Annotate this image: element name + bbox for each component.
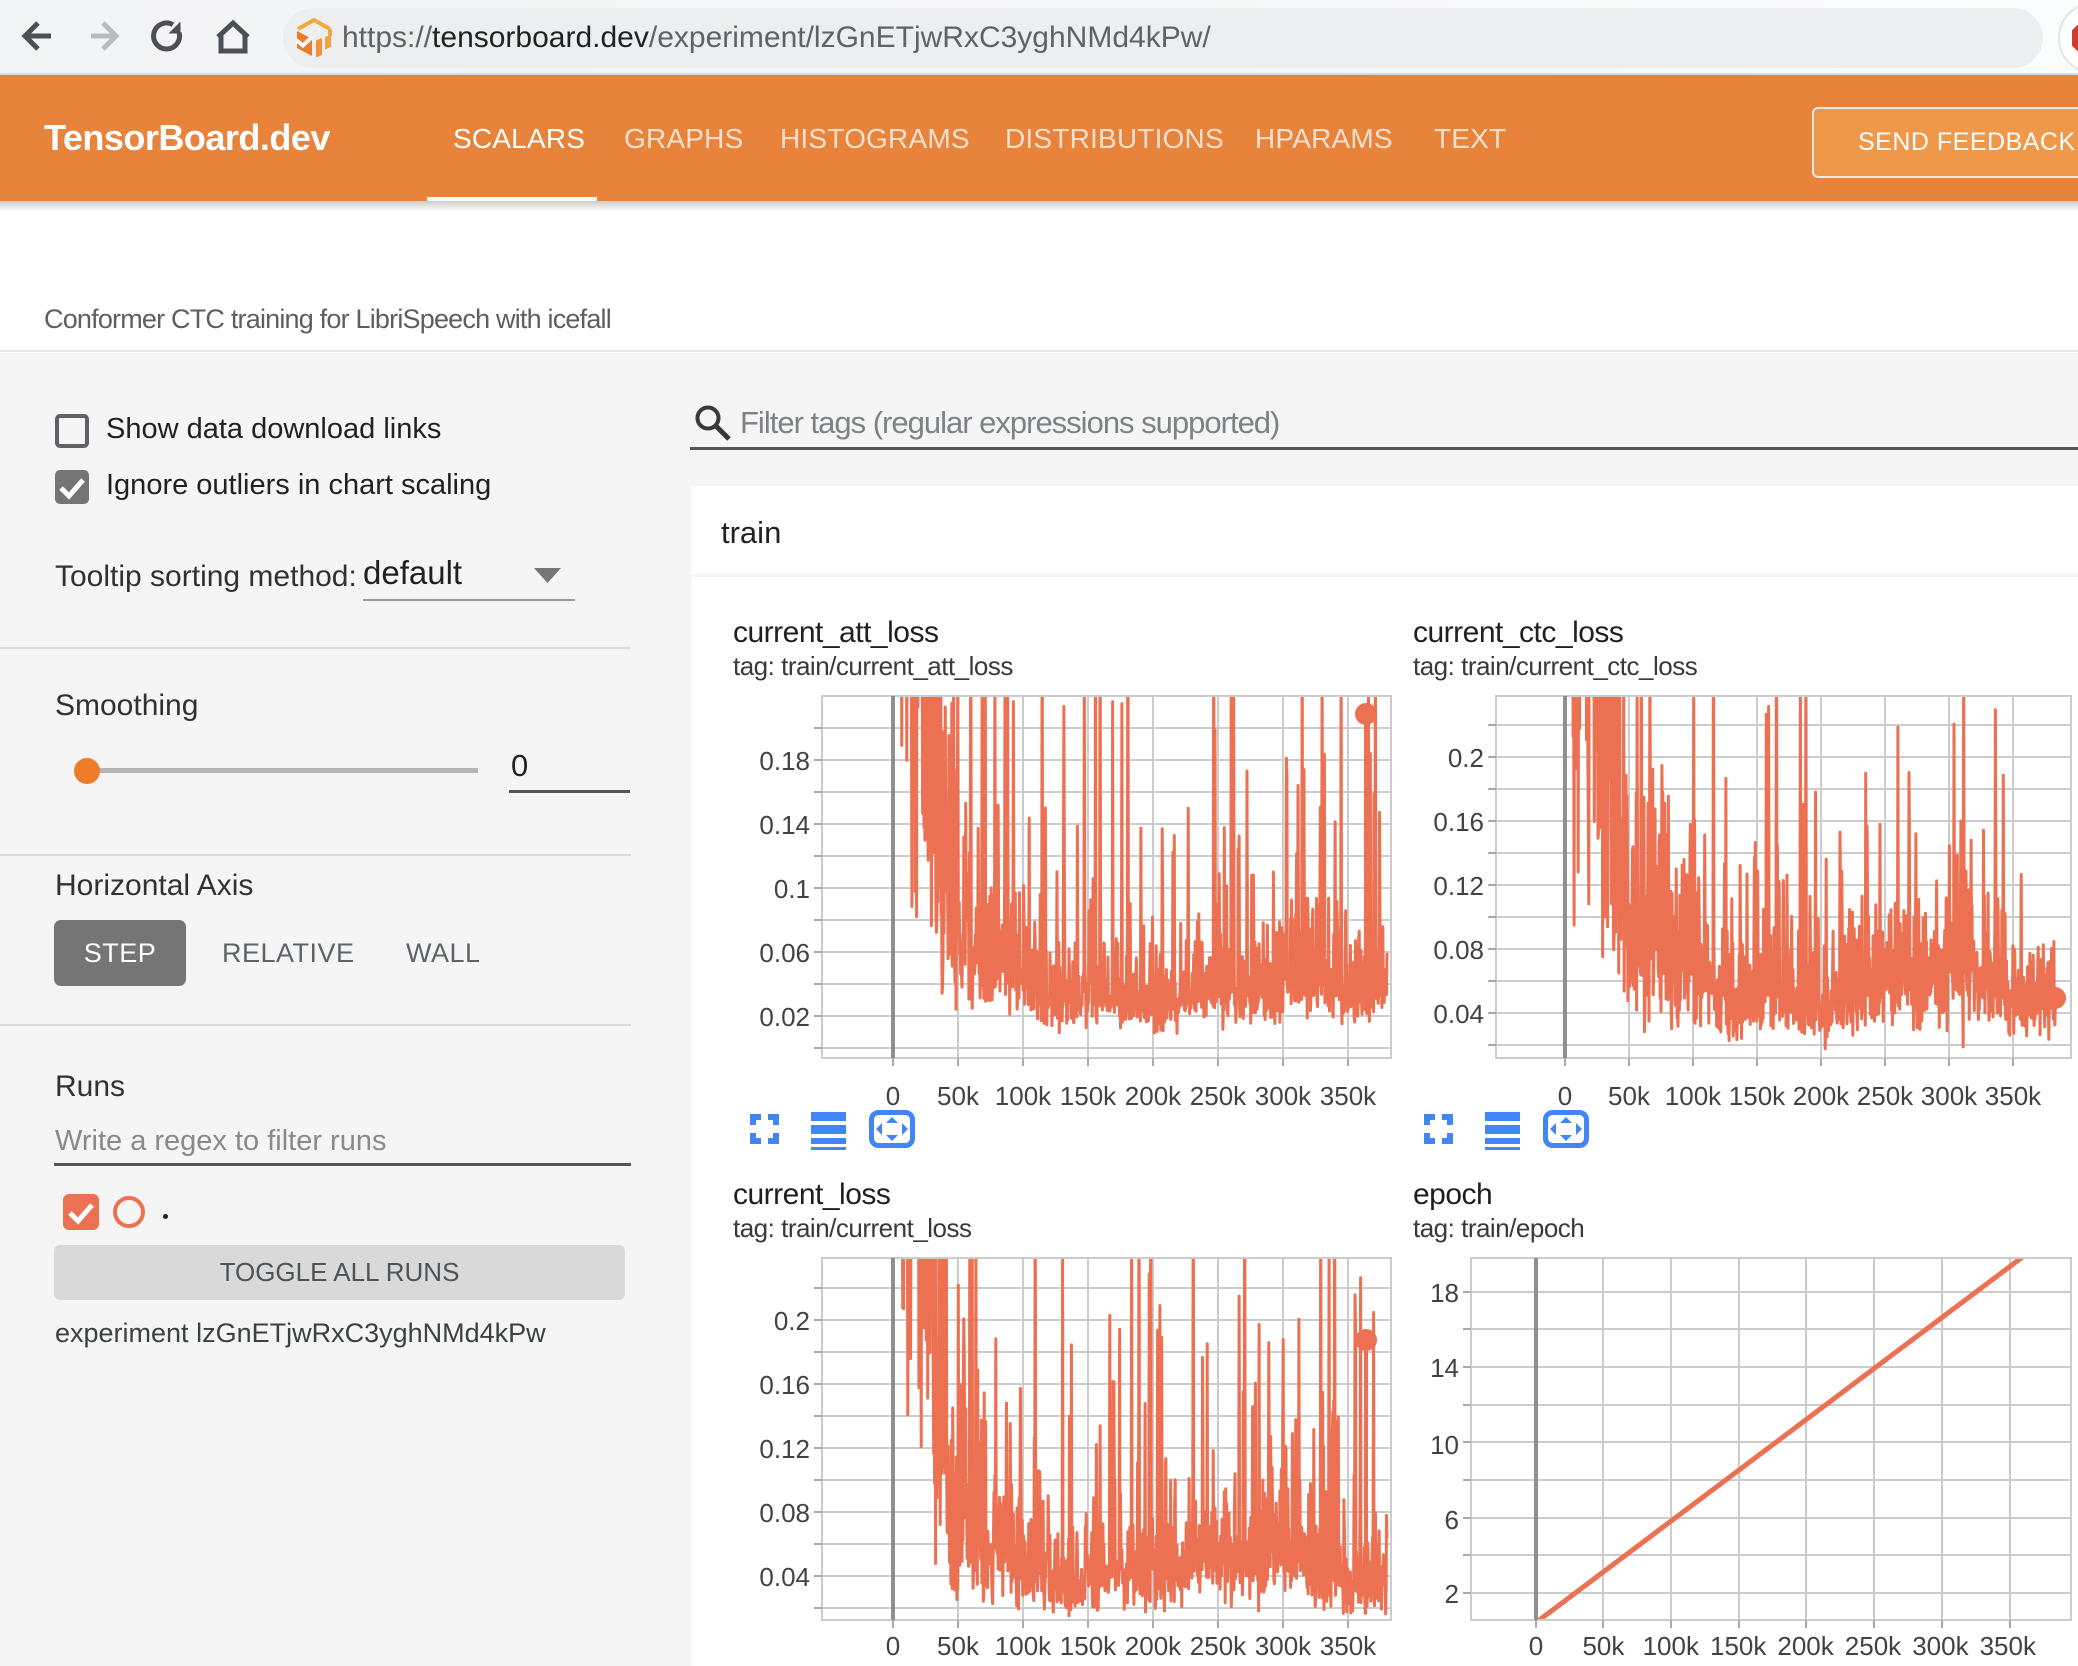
svg-text:tag: train/current_att_loss: tag: train/current_att_loss [733, 651, 1013, 681]
svg-text:0.16: 0.16 [759, 1370, 810, 1400]
svg-text:2: 2 [1445, 1579, 1459, 1609]
svg-text:300k: 300k [1912, 1631, 1969, 1661]
svg-text:100k: 100k [995, 1081, 1052, 1111]
svg-text:0.04: 0.04 [759, 1562, 810, 1592]
svg-text:250k: 250k [1190, 1081, 1247, 1111]
svg-text:epoch: epoch [1413, 1178, 1492, 1211]
svg-text:0.02: 0.02 [759, 1002, 810, 1032]
svg-text:0.2: 0.2 [1448, 743, 1484, 773]
svg-text:current_ctc_loss: current_ctc_loss [1413, 616, 1623, 649]
svg-text:350k: 350k [1985, 1081, 2042, 1111]
svg-text:150k: 150k [1710, 1631, 1767, 1661]
svg-text:200k: 200k [1777, 1631, 1834, 1661]
svg-text:0.12: 0.12 [759, 1434, 810, 1464]
svg-text:200k: 200k [1125, 1081, 1182, 1111]
svg-text:tag: train/epoch: tag: train/epoch [1413, 1213, 1584, 1243]
svg-text:300k: 300k [1255, 1631, 1312, 1661]
svg-text:current_att_loss: current_att_loss [733, 616, 938, 649]
svg-text:250k: 250k [1190, 1631, 1247, 1661]
svg-text:0: 0 [1558, 1081, 1572, 1111]
svg-text:150k: 150k [1729, 1081, 1786, 1111]
svg-text:50k: 50k [1608, 1081, 1651, 1111]
svg-text:0: 0 [886, 1631, 900, 1661]
svg-text:350k: 350k [1980, 1631, 2037, 1661]
svg-text:0.2: 0.2 [774, 1306, 810, 1336]
svg-text:0.04: 0.04 [1433, 999, 1484, 1029]
svg-text:0.08: 0.08 [759, 1498, 810, 1528]
svg-text:300k: 300k [1255, 1081, 1312, 1111]
svg-text:150k: 150k [1060, 1081, 1117, 1111]
svg-text:100k: 100k [1643, 1631, 1700, 1661]
svg-text:200k: 200k [1793, 1081, 1850, 1111]
svg-text:250k: 250k [1857, 1081, 1914, 1111]
svg-text:tag: train/current_loss: tag: train/current_loss [733, 1213, 972, 1243]
svg-text:100k: 100k [1665, 1081, 1722, 1111]
svg-text:0.14: 0.14 [759, 810, 810, 840]
svg-text:0.12: 0.12 [1433, 871, 1484, 901]
svg-text:18: 18 [1430, 1278, 1459, 1308]
svg-text:50k: 50k [937, 1081, 980, 1111]
svg-text:350k: 350k [1320, 1081, 1377, 1111]
svg-text:10: 10 [1430, 1430, 1459, 1460]
svg-text:50k: 50k [937, 1631, 980, 1661]
svg-text:0: 0 [1529, 1631, 1543, 1661]
svg-text:200k: 200k [1125, 1631, 1182, 1661]
svg-text:0.08: 0.08 [1433, 935, 1484, 965]
svg-text:0: 0 [886, 1081, 900, 1111]
svg-text:0.16: 0.16 [1433, 807, 1484, 837]
svg-text:14: 14 [1430, 1353, 1459, 1383]
svg-text:150k: 150k [1060, 1631, 1117, 1661]
svg-text:0.1: 0.1 [774, 874, 810, 904]
svg-text:0.06: 0.06 [759, 938, 810, 968]
svg-text:350k: 350k [1320, 1631, 1377, 1661]
svg-text:tag: train/current_ctc_loss: tag: train/current_ctc_loss [1413, 651, 1698, 681]
svg-text:6: 6 [1445, 1505, 1459, 1535]
svg-text:0.18: 0.18 [759, 746, 810, 776]
svg-text:current_loss: current_loss [733, 1178, 890, 1211]
svg-text:50k: 50k [1582, 1631, 1625, 1661]
svg-text:100k: 100k [995, 1631, 1052, 1661]
svg-text:300k: 300k [1921, 1081, 1978, 1111]
svg-text:250k: 250k [1845, 1631, 1902, 1661]
